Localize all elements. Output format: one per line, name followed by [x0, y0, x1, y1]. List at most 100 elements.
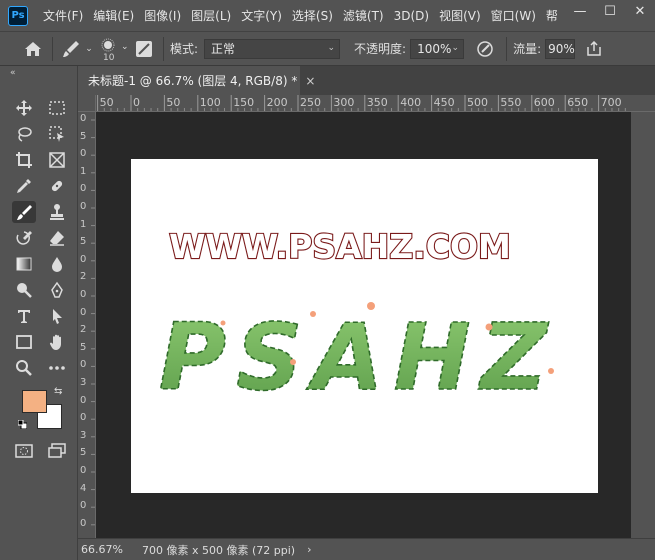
ruler-top-label: 350 — [366, 96, 388, 109]
menu-help[interactable]: 帮 — [541, 7, 563, 24]
chevron-down-icon: ⌄ — [121, 41, 129, 52]
flow-value: 90% — [548, 41, 575, 56]
menu-filter[interactable]: 滤镜(T) — [338, 7, 389, 24]
ruler-left-label: 3 — [80, 377, 87, 388]
opacity-input[interactable]: 100% ⌄ — [410, 38, 465, 59]
opacity-label: 不透明度: — [354, 42, 407, 56]
ruler-top-label: 550 — [500, 96, 522, 109]
marquee-tool-icon[interactable] — [45, 97, 69, 119]
flow-input[interactable]: 90% — [545, 38, 576, 59]
collapse-panel-icon[interactable]: « — [10, 68, 16, 78]
maximize-button[interactable]: ☐ — [595, 0, 625, 22]
frame-tool-icon[interactable] — [45, 149, 69, 171]
zoom-level[interactable]: 66.67% — [81, 543, 139, 556]
pen-tool-icon[interactable] — [45, 279, 69, 301]
photoshop-logo-icon: Ps — [8, 5, 28, 26]
brush-size-value: 10 — [103, 52, 115, 63]
website-title-text: WWW.PSAHZ.COM — [169, 227, 511, 266]
ruler-left-label: 5 — [80, 341, 87, 353]
opacity-value: 100% — [417, 41, 452, 56]
crop-tool-icon[interactable] — [12, 149, 36, 171]
document-info: 700 像素 x 500 像素 (72 ppi) — [142, 543, 296, 557]
blend-mode-value: 正常 — [211, 42, 236, 56]
vertical-ruler[interactable]: 0 5 0 1 0 0 1 5 0 2 0 0 2 5 0 3 0 0 3 5 0 4 0 0 — [78, 112, 96, 538]
home-icon[interactable] — [20, 41, 46, 57]
document-tab-title: 未标题-1 @ 66.7% (图层 4, RGB/8) * — [88, 74, 298, 88]
move-tool-icon[interactable] — [12, 97, 36, 119]
ruler-left-label: 1 — [80, 165, 87, 177]
brush-size-picker[interactable]: 10 ⌄ — [95, 34, 131, 64]
ruler-left-label: 0 — [80, 359, 87, 371]
menu-layer[interactable]: 图层(L) — [186, 7, 236, 24]
chevron-down-icon: ⌄ — [327, 42, 336, 53]
quick-mask-icon[interactable] — [12, 440, 36, 462]
status-menu-arrow-icon[interactable]: › — [307, 543, 311, 556]
ruler-left-label: 0 — [80, 500, 87, 512]
ruler-left-label: 5 — [80, 236, 87, 248]
menu-view[interactable]: 视图(V) — [434, 7, 486, 24]
document-canvas[interactable]: WWW.PSAHZ.COM PSAHZ — [131, 159, 598, 493]
flow-label: 流量: — [513, 42, 542, 56]
ruler-top-label: 0 — [133, 96, 140, 109]
ruler-left-label: 0 — [80, 201, 87, 212]
brush-settings-panel-icon[interactable] — [131, 40, 157, 58]
swap-colors-icon[interactable]: ⇆ — [54, 386, 62, 397]
ruler-top-label: 300 — [333, 96, 355, 109]
chevron-down-icon: ⌄ — [451, 42, 460, 53]
minimize-button[interactable]: — — [565, 0, 595, 22]
ruler-top-label: 150 — [233, 96, 255, 109]
zoom-tool-icon[interactable] — [12, 357, 36, 379]
close-window-button[interactable]: ✕ — [625, 0, 655, 22]
ruler-top-label: 200 — [266, 96, 288, 109]
menu-image[interactable]: 图像(I) — [139, 7, 186, 24]
path-selection-tool-icon[interactable] — [45, 305, 69, 327]
history-brush-tool-icon[interactable] — [12, 227, 36, 249]
more-tools-icon[interactable] — [45, 357, 69, 379]
share-icon[interactable] — [583, 40, 605, 57]
eraser-tool-icon[interactable] — [45, 227, 69, 249]
blend-mode-select[interactable]: 正常 ⌄ — [204, 38, 341, 59]
screen-mode-icon[interactable] — [45, 440, 69, 462]
mode-label: 模式: — [170, 42, 199, 56]
close-tab-icon[interactable]: × — [305, 74, 315, 88]
ruler-left-label: 0 — [80, 306, 87, 318]
menu-bar: Ps 文件(F) 编辑(E) 图像(I) 图层(L) 文字(Y) 选择(S) 滤… — [0, 0, 655, 31]
document-tab[interactable]: 未标题-1 @ 66.7% (图层 4, RGB/8) * × — [78, 66, 315, 95]
ruler-left-label: 5 — [80, 130, 87, 142]
pressure-opacity-icon[interactable] — [470, 40, 500, 58]
status-bar: 66.67% 700 像素 x 500 像素 (72 ppi) › — [78, 538, 655, 560]
rectangle-tool-icon[interactable] — [12, 331, 36, 353]
ruler-left-label: 2 — [80, 324, 87, 336]
brush-tool-icon[interactable] — [12, 201, 36, 223]
menu-select[interactable]: 选择(S) — [287, 7, 338, 24]
eyedropper-tool-icon[interactable] — [12, 175, 36, 197]
foreground-color-swatch[interactable] — [22, 390, 47, 413]
vertical-scrollbar[interactable] — [631, 112, 655, 538]
menu-3d[interactable]: 3D(D) — [389, 9, 434, 23]
type-tool-icon[interactable] — [12, 305, 36, 327]
chevron-down-icon: ⌄ — [85, 43, 93, 54]
healing-brush-tool-icon[interactable] — [45, 175, 69, 197]
ruler-left-label: 0 — [80, 465, 87, 476]
dodge-tool-icon[interactable] — [12, 279, 36, 301]
ruler-left-label: 1 — [80, 218, 87, 230]
ruler-left-label: 0 — [80, 412, 87, 424]
default-colors-icon[interactable] — [17, 418, 28, 430]
options-bar: ⌄ 10 ⌄ 模式: 正常 ⌄ 不透明度: 100% ⌄ 流量: 90% — [0, 31, 655, 66]
ruler-top-label: 250 — [300, 96, 321, 109]
lasso-tool-icon[interactable] — [12, 123, 36, 145]
horizontal-ruler[interactable]: 50 0 50 100 150 200 250 300 350 400 450 500 550 600 65… — [96, 95, 655, 112]
hand-tool-icon[interactable] — [45, 331, 69, 353]
blur-tool-icon[interactable] — [45, 253, 69, 275]
gradient-tool-icon[interactable] — [12, 253, 36, 275]
ruler-top-label: 650 — [567, 96, 589, 109]
menu-type[interactable]: 文字(Y) — [236, 7, 287, 24]
clone-stamp-tool-icon[interactable] — [45, 201, 69, 223]
brush-preset-picker[interactable]: ⌄ — [59, 39, 95, 59]
object-selection-tool-icon[interactable] — [45, 123, 69, 145]
menu-file[interactable]: 文件(F) — [38, 7, 88, 24]
ruler-left-label: 0 — [80, 289, 87, 300]
menu-edit[interactable]: 编辑(E) — [88, 7, 139, 24]
menu-window[interactable]: 窗口(W) — [486, 7, 541, 24]
ruler-top-label: 50 — [166, 96, 181, 109]
